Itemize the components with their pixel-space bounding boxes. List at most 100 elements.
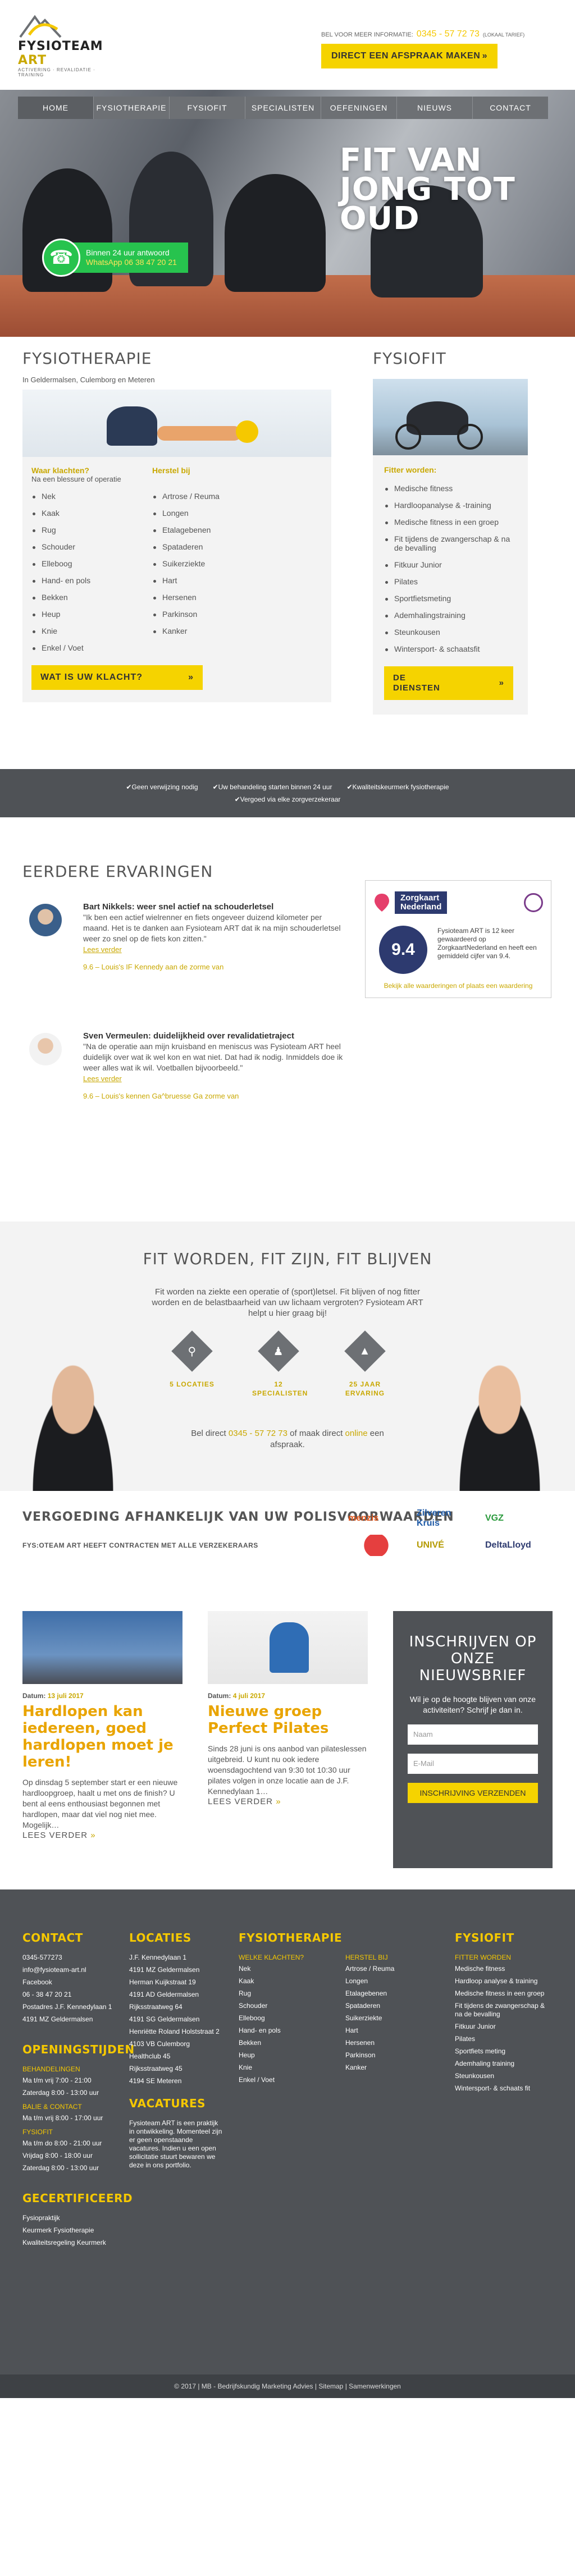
email-field[interactable]: E-Mail — [408, 1754, 538, 1774]
footer-line[interactable]: 4191 MZ Geldermalsen — [129, 1966, 225, 1974]
footer-line[interactable]: Rijksstraatweg 64 — [129, 2003, 225, 2011]
footer-line[interactable]: 4103 VB Culemborg — [129, 2040, 225, 2048]
list-item[interactable]: Parkinson — [152, 606, 273, 623]
footer-line[interactable]: info@fysioteam-art.nl — [22, 1966, 118, 1974]
footer-line[interactable]: Pilates — [455, 2035, 553, 2043]
list-item[interactable]: Steunkousen — [384, 624, 517, 640]
zorgkaart-link[interactable]: Bekijk alle waarderingen of plaats een w… — [373, 982, 543, 990]
footer-line[interactable]: Wintersport- & schaats fit — [455, 2084, 553, 2093]
footer-line[interactable]: Steunkousen — [455, 2072, 553, 2080]
list-item[interactable]: Fitkuur Junior — [384, 556, 517, 573]
newsletter-submit-button[interactable]: INSCHRIJVING VERZENDEN — [408, 1783, 538, 1803]
list-item[interactable]: Medische fitness in een groep — [384, 514, 517, 530]
footer-line[interactable]: Henriëtte Roland Holststraat 2 — [129, 2028, 225, 2036]
footer-line[interactable]: Fitkuur Junior — [455, 2023, 553, 2031]
footer-line[interactable]: Ma t/m do 8:00 - 21:00 uur — [22, 2139, 118, 2148]
read-more-link[interactable]: Lees verder — [83, 945, 122, 954]
list-item[interactable]: Schouder — [31, 538, 152, 555]
footer-line[interactable]: Knie — [239, 2063, 345, 2072]
footer-line[interactable]: 4191 SG Geldermalsen — [129, 2015, 225, 2024]
footer-line[interactable]: Hardloop analyse & training — [455, 1977, 553, 1985]
footer-line[interactable]: Keurmerk Fysiotherapie — [22, 2226, 118, 2235]
footer-line[interactable]: Hersenen — [345, 2039, 441, 2047]
list-item[interactable]: Enkel / Voet — [31, 639, 152, 656]
footer-line[interactable]: 4194 SE Meteren — [129, 2077, 225, 2085]
footer-line[interactable]: Spataderen — [345, 2002, 441, 2010]
footer-line[interactable]: Parkinson — [345, 2051, 441, 2060]
news-title[interactable]: Hardlopen kan iedereen, goed hardlopen m… — [22, 1703, 182, 1770]
whatsapp-widget[interactable]: ☎ Binnen 24 uur antwoord WhatsApp 06 38 4… — [42, 239, 188, 277]
footer-line[interactable]: Rug — [239, 1989, 345, 1998]
news-title[interactable]: Nieuwe groep Perfect Pilates — [208, 1703, 368, 1737]
footer-line[interactable]: J.F. Kennedylaan 1 — [129, 1953, 225, 1962]
footer-line[interactable]: Etalagebenen — [345, 1989, 441, 1998]
list-item[interactable]: Artrose / Reuma — [152, 488, 273, 505]
list-item[interactable]: Elleboog — [31, 555, 152, 572]
footer-line[interactable]: Ma t/m vrij 8:00 - 17:00 uur — [22, 2114, 118, 2122]
list-item[interactable]: Etalagebenen — [152, 521, 273, 538]
footer-line[interactable]: Suikerziekte — [345, 2014, 441, 2023]
name-field[interactable]: Naam — [408, 1724, 538, 1745]
logo[interactable]: FYSIOTEAM ART ACTIVERING · REVALIDATIE ·… — [18, 12, 119, 77]
footer-line[interactable]: 0345-577273 — [22, 1953, 118, 1962]
phone-number[interactable]: 0345 - 57 72 73 — [417, 29, 480, 39]
list-item[interactable]: Kaak — [31, 505, 152, 521]
footer-line[interactable]: Enkel / Voet — [239, 2076, 345, 2084]
footer-line[interactable]: Kaak — [239, 1977, 345, 1985]
footer-line[interactable]: Rijksstraatweg 45 — [129, 2065, 225, 2073]
read-more-link[interactable]: LEES VERDER — [208, 1797, 281, 1806]
list-item[interactable]: Rug — [31, 521, 152, 538]
list-item[interactable]: Wintersport- & schaatsfit — [384, 640, 517, 657]
list-item[interactable]: Spataderen — [152, 538, 273, 555]
footer-line[interactable]: Zaterdag 8:00 - 13:00 uur — [22, 2164, 118, 2172]
list-item[interactable]: Ademhalingstraining — [384, 607, 517, 624]
footer-line[interactable]: Hart — [345, 2026, 441, 2035]
services-button[interactable]: DE DIENSTEN» — [384, 666, 513, 700]
list-item[interactable]: Bekken — [31, 589, 152, 606]
nav-item-fysiofit[interactable]: FYSIOFIT — [170, 97, 245, 119]
nav-item-oefeningen[interactable]: OEFENINGEN — [321, 97, 397, 119]
footer-line[interactable]: Herman Kuijkstraat 19 — [129, 1978, 225, 1987]
footer-line[interactable]: Artrose / Reuma — [345, 1965, 441, 1973]
list-item[interactable]: Hersenen — [152, 589, 273, 606]
footer-line[interactable]: Hand- en pols — [239, 2026, 345, 2035]
footer-line[interactable]: Postadres J.F. Kennedylaan 1 — [22, 2003, 118, 2011]
footer-line[interactable]: 06 - 38 47 20 21 — [22, 1991, 118, 1999]
nav-item-fysiotherapie[interactable]: FYSIOTHERAPIE — [94, 97, 170, 119]
footer-line[interactable]: Nek — [239, 1965, 345, 1973]
footer-line[interactable]: Vrijdag 8:00 - 18:00 uur — [22, 2152, 118, 2160]
list-item[interactable]: Nek — [31, 488, 152, 505]
footer-line[interactable]: Kanker — [345, 2063, 441, 2072]
online-link[interactable]: online — [345, 1429, 368, 1438]
footer-line[interactable]: Kwaliteitsregeling Keurmerk — [22, 2239, 118, 2247]
list-item[interactable]: Hand- en pols — [31, 572, 152, 589]
footer-line[interactable]: Ademhaling training — [455, 2060, 553, 2068]
list-item[interactable]: Fit tijdens de zwangerschap & na de beva… — [384, 530, 517, 556]
footer-line[interactable]: Medische fitness in een groep — [455, 1989, 553, 1998]
footer-line[interactable]: Bekken — [239, 2039, 345, 2047]
nav-item-nieuws[interactable]: NIEUWS — [397, 97, 473, 119]
list-item[interactable]: Sportfietsmeting — [384, 590, 517, 607]
footer-line[interactable]: Heup — [239, 2051, 345, 2060]
list-item[interactable]: Hardloopanalyse & -training — [384, 497, 517, 514]
nav-item-contact[interactable]: CONTACT — [473, 97, 548, 119]
footer-line[interactable]: Longen — [345, 1977, 441, 1985]
nav-item-specialisten[interactable]: SPECIALISTEN — [245, 97, 321, 119]
list-item[interactable]: Kanker — [152, 623, 273, 639]
list-item[interactable]: Heup — [31, 606, 152, 623]
footer-line[interactable]: Healthclub 45 — [129, 2052, 225, 2061]
footer-line[interactable]: Ma t/m vrij 7:00 - 21:00 — [22, 2076, 118, 2085]
footer-line[interactable]: Medische fitness — [455, 1965, 553, 1973]
footer-line[interactable]: Sportfiets meting — [455, 2047, 553, 2056]
read-more-link[interactable]: Lees verder — [83, 1074, 122, 1083]
footer-line[interactable]: 4191 MZ Geldermalsen — [22, 2015, 118, 2024]
footer-line[interactable]: Facebook — [22, 1978, 118, 1987]
read-more-link[interactable]: LEES VERDER — [22, 1831, 96, 1840]
nav-item-home[interactable]: HOME — [18, 97, 94, 119]
list-item[interactable]: Suikerziekte — [152, 555, 273, 572]
list-item[interactable]: Medische fitness — [384, 480, 517, 497]
list-item[interactable]: Knie — [31, 623, 152, 639]
list-item[interactable]: Hart — [152, 572, 273, 589]
footer-line[interactable]: Zaterdag 8:00 - 13:00 uur — [22, 2089, 118, 2097]
footer-line[interactable]: Schouder — [239, 2002, 345, 2010]
